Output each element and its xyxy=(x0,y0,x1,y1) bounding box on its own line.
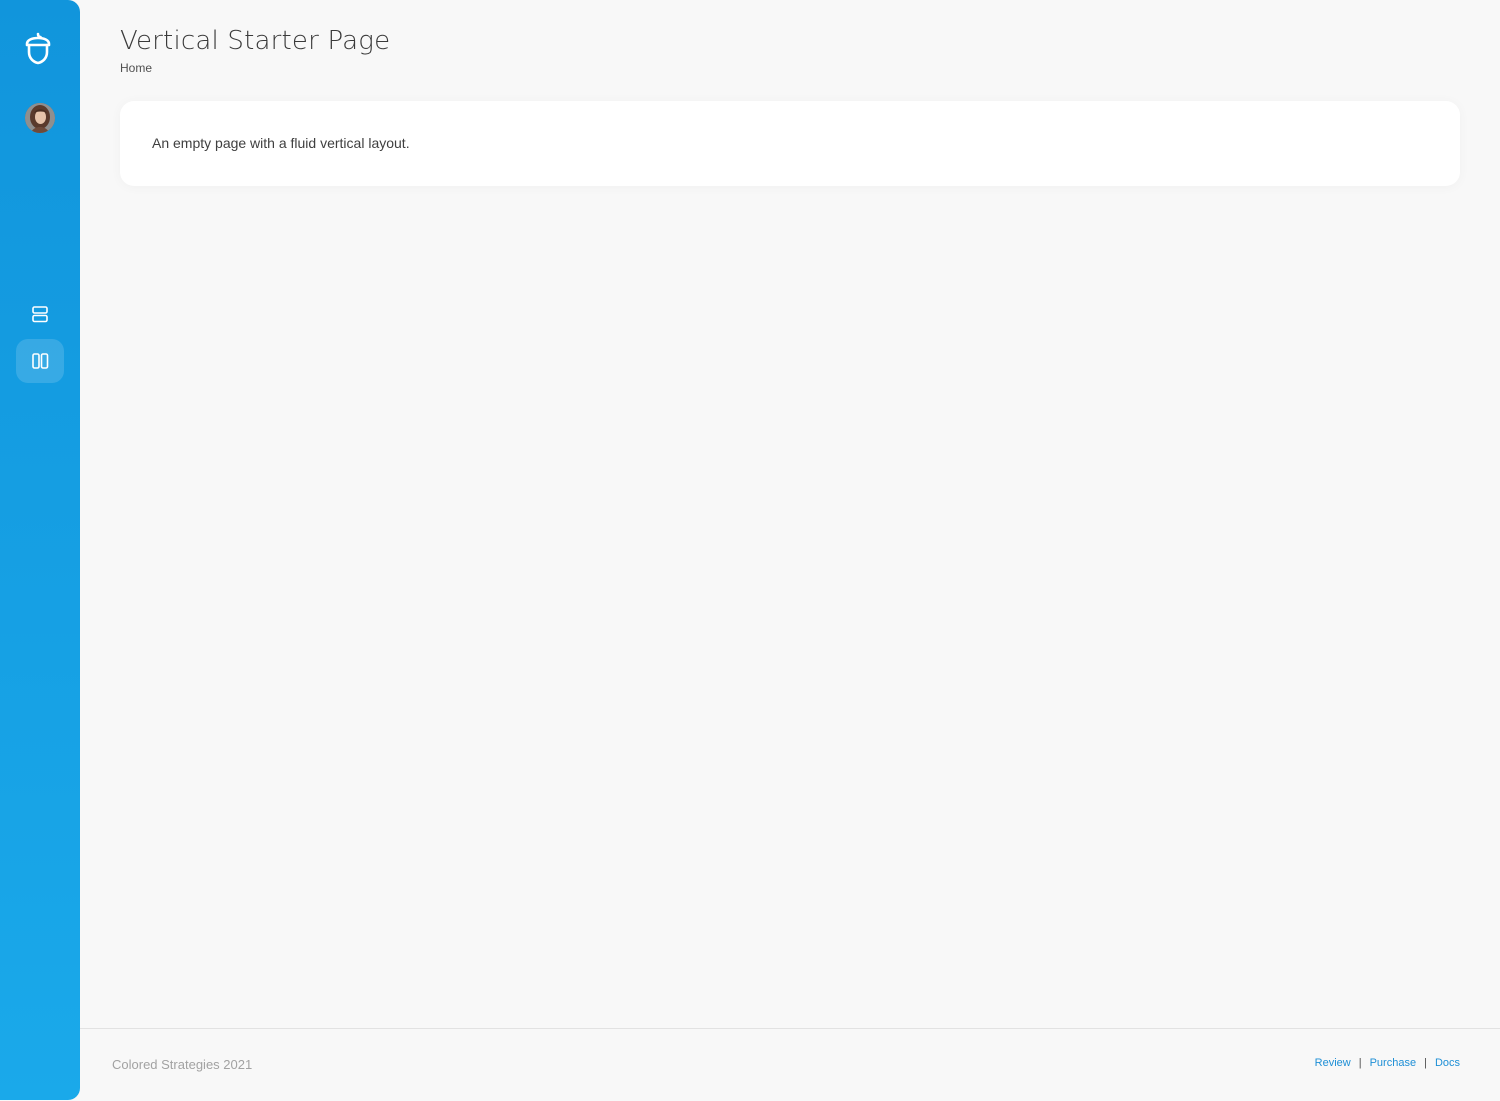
user-avatar[interactable] xyxy=(25,103,55,133)
main-content: Vertical Starter Page Home An empty page… xyxy=(80,0,1500,1100)
footer-separator: | xyxy=(1358,1057,1362,1069)
card-text: An empty page with a fluid vertical layo… xyxy=(152,135,410,151)
breadcrumb-home[interactable]: Home xyxy=(120,61,152,75)
nav-rows-layout-button[interactable] xyxy=(16,292,64,336)
footer-link-docs[interactable]: Docs xyxy=(1435,1057,1460,1069)
page-title: Vertical Starter Page xyxy=(120,26,391,56)
footer: Colored Strategies 2021 Review | Purchas… xyxy=(80,1028,1500,1101)
columns-layout-icon xyxy=(32,353,49,369)
acorn-logo-icon[interactable] xyxy=(24,32,52,66)
footer-separator: | xyxy=(1424,1057,1427,1069)
nav-columns-layout-button[interactable] xyxy=(16,339,64,383)
content-card: An empty page with a fluid vertical layo… xyxy=(120,101,1460,186)
footer-links: Review | Purchase | Docs xyxy=(1315,1057,1460,1069)
footer-link-purchase[interactable]: Purchase xyxy=(1370,1057,1416,1069)
copyright-text: Colored Strategies 2021 xyxy=(112,1057,253,1072)
sidebar xyxy=(0,0,80,1100)
rows-layout-icon xyxy=(32,306,48,323)
footer-link-review[interactable]: Review xyxy=(1315,1057,1351,1069)
